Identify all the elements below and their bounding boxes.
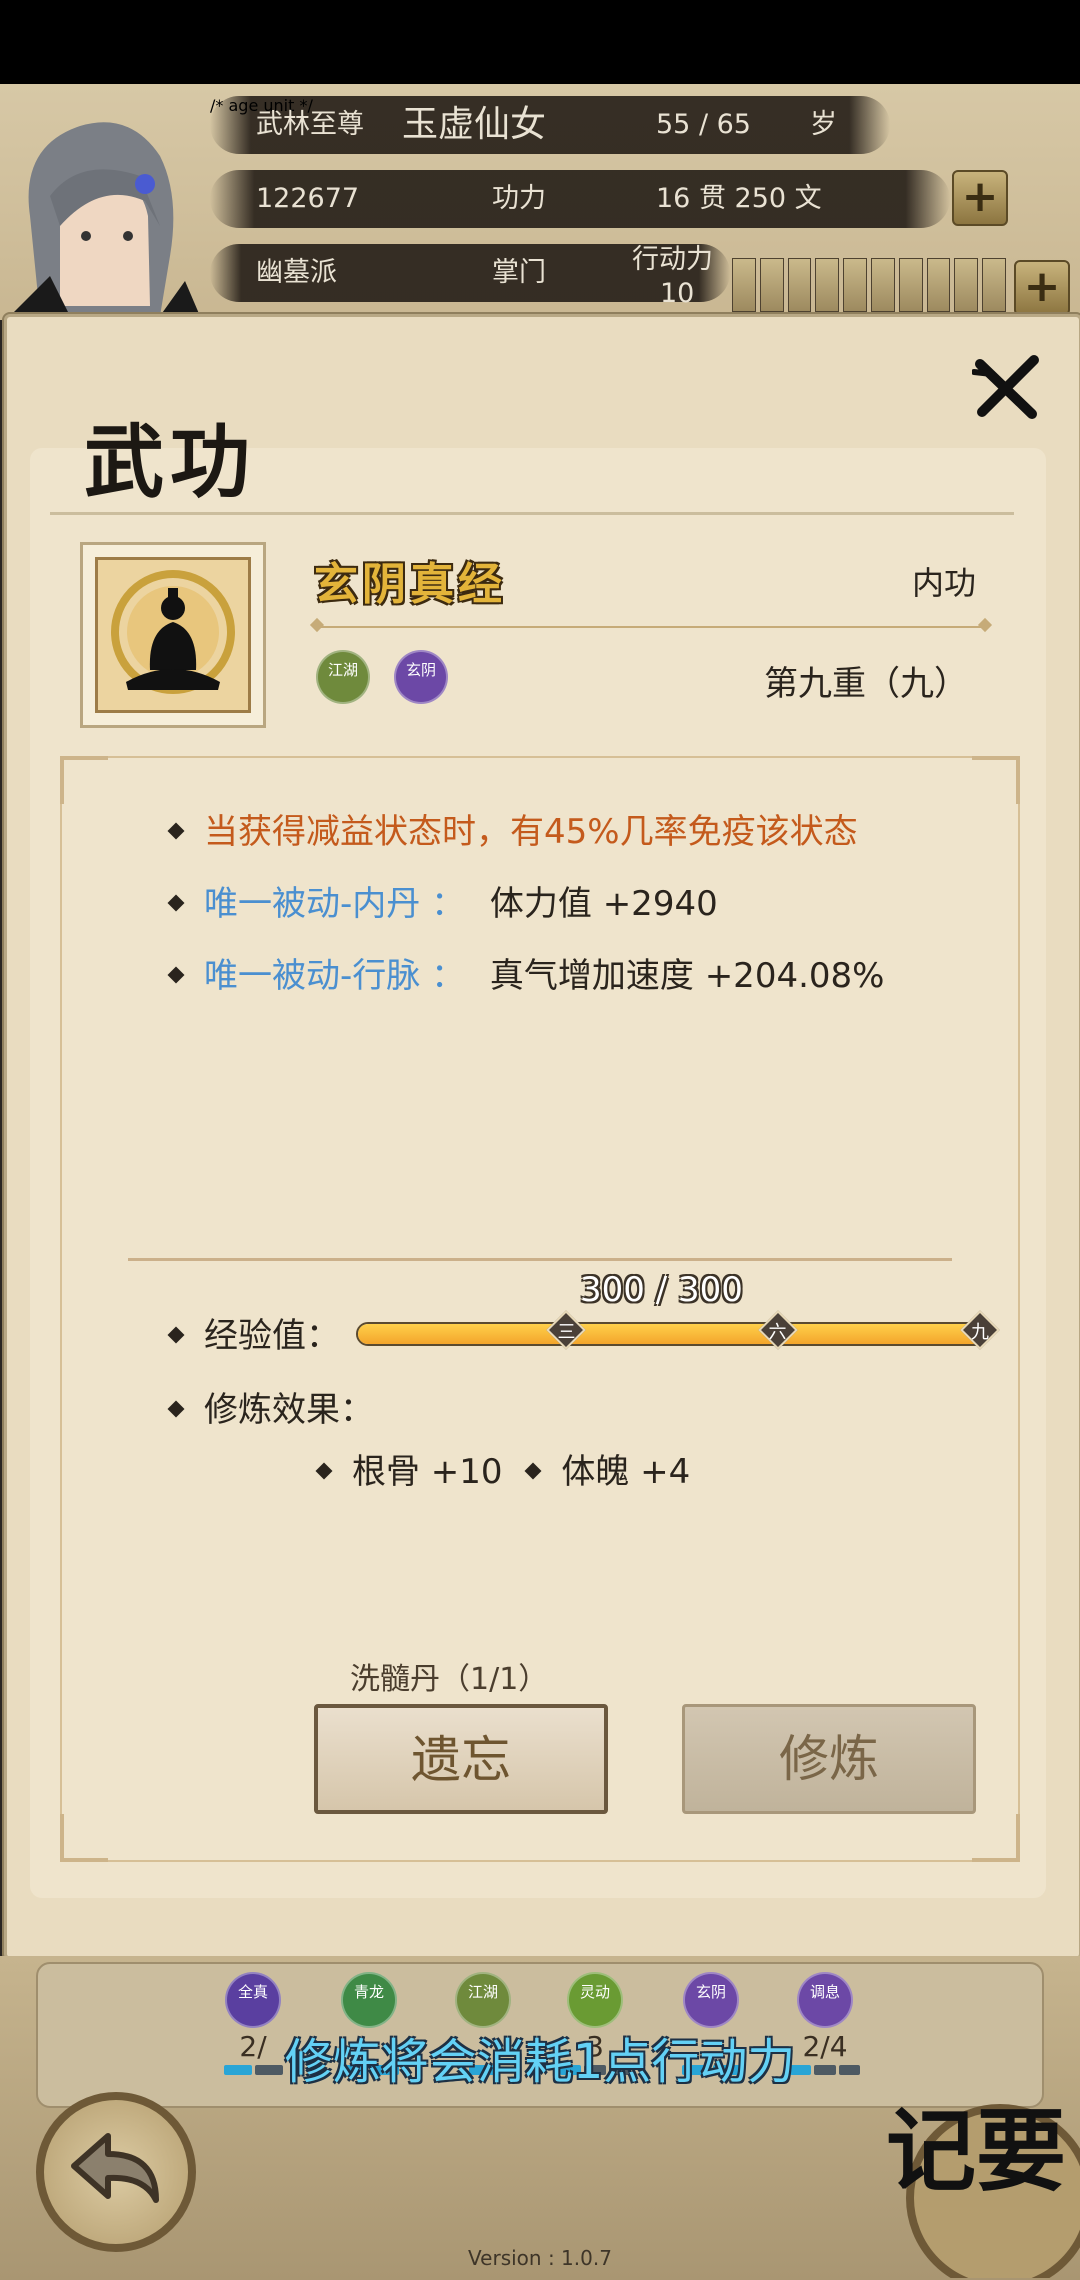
energy-segment [926, 258, 951, 312]
energy-value: 10 [660, 278, 695, 309]
school-badge: 江湖 [455, 1972, 511, 2028]
sect-position: 掌门 [492, 257, 546, 288]
title-rank: 武林至尊 [256, 109, 364, 140]
exp-progress-bar [356, 1322, 988, 1346]
power-value: 122677 [256, 183, 360, 214]
energy-segment [898, 258, 923, 312]
school-badge: 调息 [797, 1972, 853, 2028]
skill-type: 内功 [912, 564, 977, 602]
exp-value: 300 / 300 [580, 1270, 743, 1310]
header-row-identity: 武林至尊 玉虚仙女 55 / 65 /* age unit */ 岁 [210, 96, 890, 154]
school-badge: 玄阴 [683, 1972, 739, 2028]
energy-segment [732, 258, 756, 312]
hair-flower-icon [135, 174, 155, 194]
age-unit: 岁 [810, 109, 837, 140]
character-name: 玉虚仙女 [402, 104, 547, 145]
skill-level: 第九重（九） [764, 664, 968, 704]
train-effect-label: 修炼效果： [167, 1382, 374, 1431]
energy-segment [982, 258, 1006, 312]
school-badge: 全真 [225, 1972, 281, 2028]
status-bar [0, 0, 1080, 84]
energy-label: 行动力 [632, 244, 713, 275]
effect-value: 真气增加速度 +204.08% [489, 956, 885, 996]
energy-segment [870, 258, 895, 312]
effect-line: 唯一被动-内丹 ： 体力值 +2940 [167, 876, 718, 925]
energy-segment [954, 258, 979, 312]
effect-line: 当获得减益状态时，有45%几率免疫该状态 [167, 804, 858, 853]
version-label: Version : 1.0.7 [468, 2246, 612, 2270]
title-divider [50, 512, 1014, 515]
energy-segment [843, 258, 867, 312]
notes-label: 记要 [886, 2099, 1066, 2204]
exp-tier-label: 九 [971, 1322, 989, 1343]
skill-divider [309, 617, 993, 633]
school-badge: 青龙 [341, 1972, 397, 2028]
sect-name: 幽墓派 [256, 257, 337, 288]
effect-value: 体力值 +2940 [489, 884, 718, 924]
effect-label: 唯一被动-行脉 ： [204, 956, 466, 996]
add-money-button[interactable]: + [952, 170, 1008, 226]
header-row-power: 122677 功力 16 贯 250 文 [210, 170, 950, 228]
panel-title: 武功 [84, 416, 256, 509]
back-button[interactable] [36, 2092, 196, 2252]
power-label: 功力 [492, 183, 546, 214]
add-energy-button[interactable]: + [1014, 260, 1070, 316]
marrow-pill-count: 洗髓丹（1/1） [350, 1662, 549, 1697]
attribute-bonus: 根骨 +10 [352, 1452, 503, 1492]
money-value: 16 贯 250 文 [656, 183, 822, 214]
school-badge: 灵动 [567, 1972, 623, 2028]
exp-tier-label: 六 [768, 1322, 787, 1343]
skill-name: 玄阴真经 [314, 559, 506, 610]
energy-segment [787, 258, 812, 312]
back-arrow-icon [71, 2133, 159, 2203]
school-badge-jianghu: 江湖 [316, 650, 370, 704]
school-badge-xuanyin: 玄阴 [394, 650, 448, 704]
forget-button[interactable]: 遗忘 [314, 1704, 608, 1814]
train-attributes: 根骨 +10 体魄 +4 [315, 1444, 691, 1493]
energy-segment [759, 258, 784, 312]
effect-label: 当获得减益状态时，有45%几率免疫该状态 [204, 812, 858, 852]
close-icon[interactable] [972, 352, 1042, 422]
exp-progress-fill [358, 1324, 986, 1344]
skill-icon [80, 542, 266, 728]
section-divider [128, 1258, 952, 1261]
effect-label: 唯一被动-内丹 ： [204, 884, 466, 924]
train-button[interactable]: 修炼 [682, 1704, 976, 1814]
energy-segment [815, 258, 840, 312]
character-avatar[interactable] [10, 106, 200, 316]
exp-tier-label: 三 [557, 1322, 576, 1343]
effect-line: 唯一被动-行脉 ： 真气增加速度 +204.08% [167, 948, 885, 997]
exp-label: 经验值： [167, 1308, 340, 1357]
energy-bar [732, 258, 1006, 312]
age-value: 55 / 65 [656, 109, 751, 140]
attribute-bonus: 体魄 +4 [561, 1452, 691, 1492]
meditating-figure-icon [111, 570, 235, 694]
